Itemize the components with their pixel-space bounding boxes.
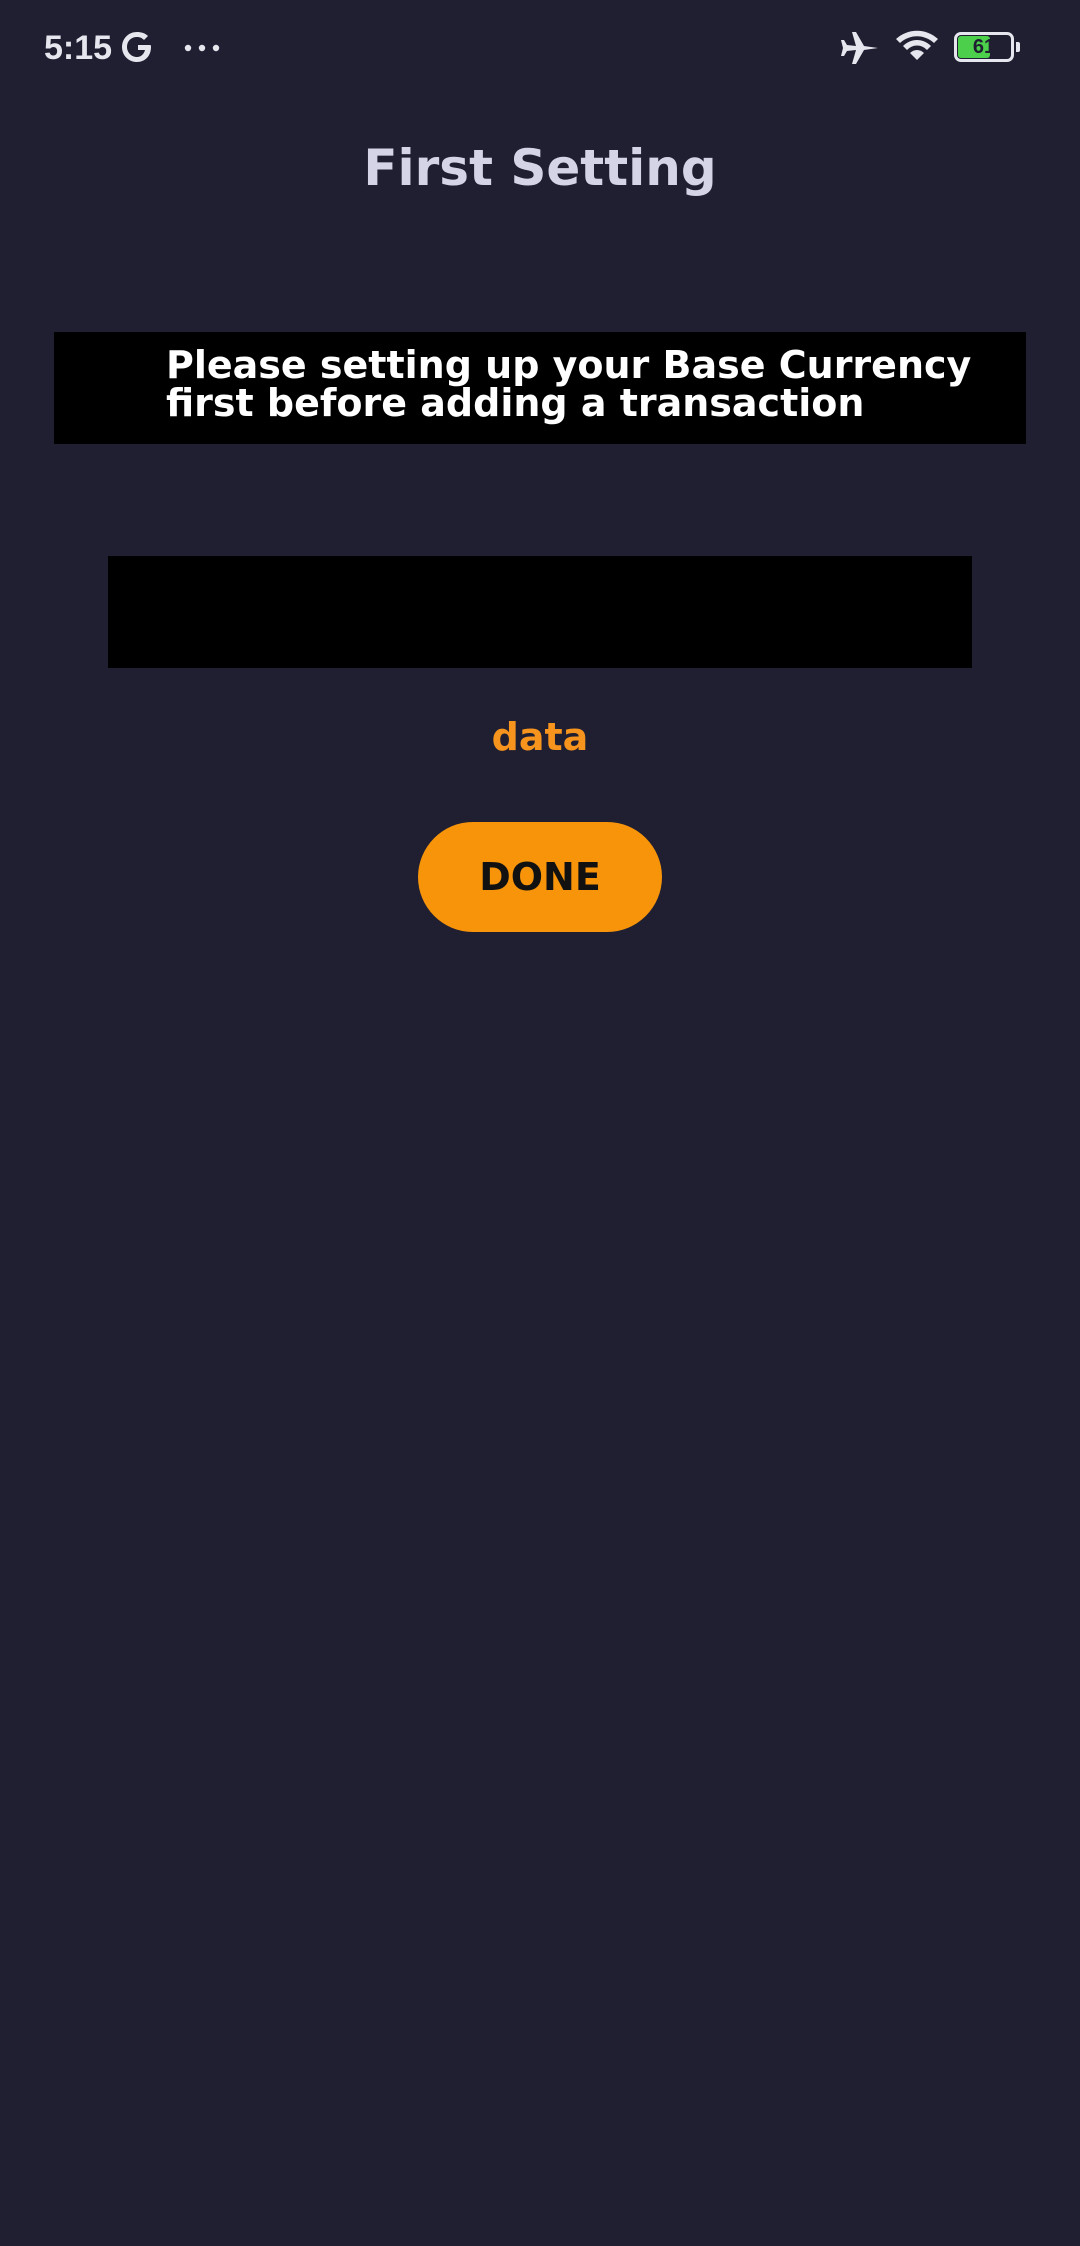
google-g-icon (122, 32, 151, 62)
status-bar: 5:15 61 (0, 0, 1080, 96)
more-dots-icon (184, 44, 220, 52)
data-label: data (491, 715, 589, 759)
first-setting-screen: 5:15 61 First Setting Please setting up … (0, 0, 1080, 2246)
page-title: First Setting (363, 139, 717, 197)
notice-banner: Please setting up your Base Currency fir… (54, 332, 1026, 444)
battery-icon: 61 (954, 32, 1020, 62)
notice-text: Please setting up your Base Currency fir… (166, 343, 972, 425)
status-time: 5:15 (44, 29, 113, 67)
battery-tip (1016, 42, 1020, 52)
battery-level-text: 61 (972, 36, 996, 58)
done-button[interactable]: DONE (418, 822, 662, 932)
airplane-mode-icon (841, 32, 878, 64)
wifi-icon (896, 30, 938, 60)
base-currency-selector[interactable] (108, 556, 972, 668)
